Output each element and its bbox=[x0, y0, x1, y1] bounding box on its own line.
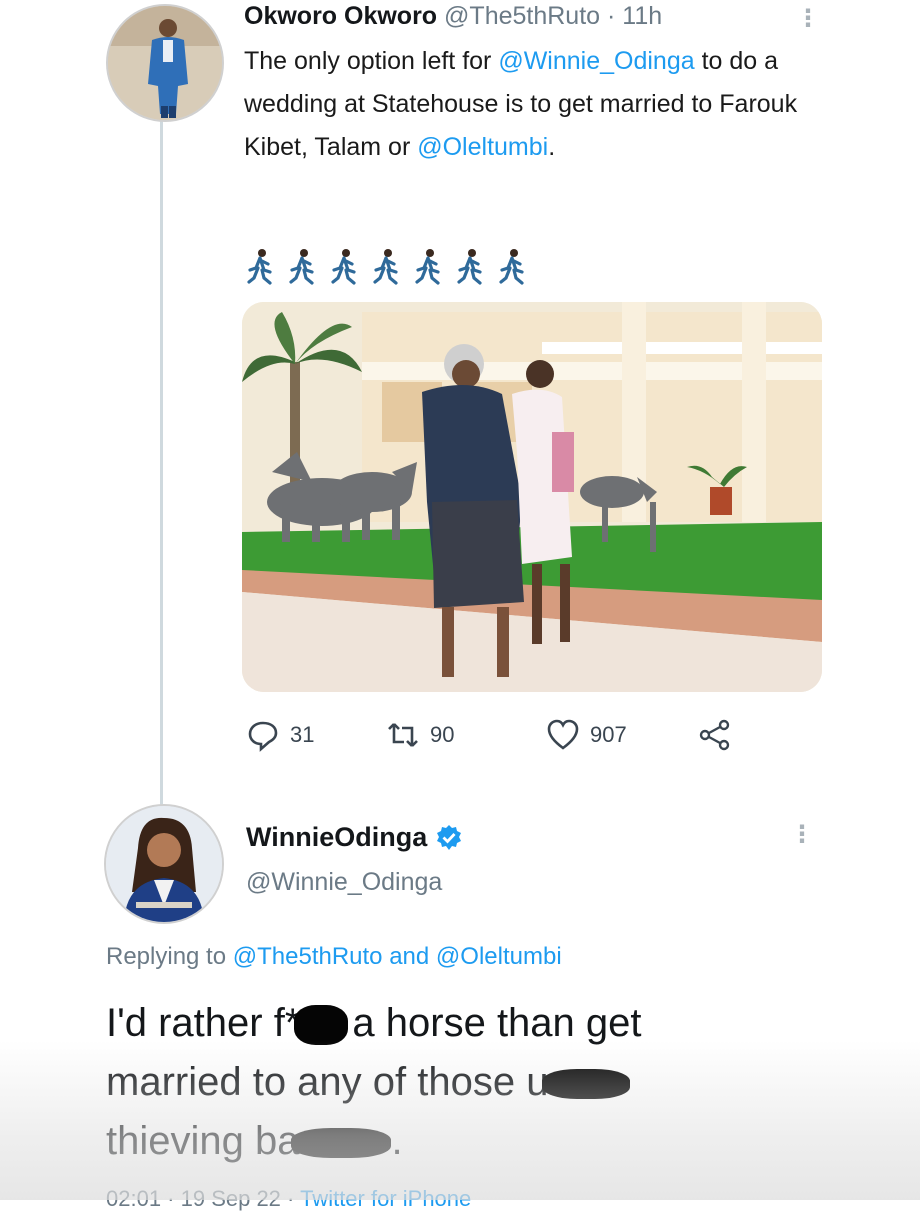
replying-to: Replying to @The5thRuto and @Oleltumbi bbox=[106, 943, 562, 971]
censor-scribble bbox=[291, 1128, 392, 1159]
avatar-winnie[interactable] bbox=[104, 804, 224, 924]
tweet1-author-handle[interactable]: @The5thRuto bbox=[444, 2, 600, 30]
verified-badge-icon bbox=[437, 824, 462, 850]
reply-count: 31 bbox=[290, 722, 315, 747]
replying-mention-the5thruto[interactable]: @The5thRuto bbox=[233, 943, 383, 970]
censor-scribble bbox=[542, 1069, 631, 1100]
person-running-icon bbox=[499, 249, 524, 285]
tweet1-separator: · bbox=[600, 2, 623, 30]
tweet1-more-icon[interactable]: ⋮ bbox=[796, 4, 820, 33]
share-action[interactable] bbox=[698, 718, 732, 752]
censor-scribble bbox=[294, 1005, 349, 1046]
person-running-icon bbox=[331, 249, 356, 285]
tweet1-author-name[interactable]: Okworo Okworo bbox=[244, 2, 437, 30]
tweet2-meta: 02:01 · 19 Sep 22 · Twitter for iPhone bbox=[106, 1186, 471, 1212]
retweet-action[interactable]: 90 bbox=[386, 718, 454, 752]
share-icon bbox=[699, 719, 730, 751]
avatar-person-image bbox=[106, 806, 222, 922]
tweet2-text: I'd rather f* a horse than get married to… bbox=[106, 994, 806, 1171]
tweet1-header: Okworo Okworo @The5thRuto · 11h bbox=[244, 2, 662, 31]
tweet2-line1-a: I'd rather f* bbox=[106, 1001, 301, 1045]
tweet1-text-part3: . bbox=[548, 133, 556, 161]
person-running-icon bbox=[457, 249, 482, 285]
replying-mention-oleltumbi[interactable]: @Oleltumbi bbox=[436, 943, 562, 970]
person-running-icon bbox=[373, 249, 398, 285]
person-running-icon bbox=[289, 249, 314, 285]
replying-and: and bbox=[382, 943, 436, 970]
tweet1-photo[interactable] bbox=[242, 302, 822, 692]
tweet2-timestamp: 02:01 · 19 Sep 22 · bbox=[106, 1186, 301, 1211]
retweet-count: 90 bbox=[430, 722, 455, 747]
tweet2-line1-b: a horse than get bbox=[352, 1001, 642, 1045]
tweet2-author-name-row: WinnieOdinga bbox=[246, 822, 463, 853]
heart-icon bbox=[547, 719, 579, 750]
person-running-icon bbox=[415, 249, 440, 285]
statehouse-photo-image bbox=[242, 302, 822, 692]
avatar-person-image bbox=[108, 6, 222, 120]
tweet2-more-icon[interactable]: ⋮ bbox=[790, 820, 814, 849]
tweet2-line2-a: married to any of those u bbox=[106, 1060, 549, 1104]
tweet1-text-part1: The only option left for bbox=[244, 47, 499, 75]
person-running-icon bbox=[247, 249, 272, 285]
thread-connector-line bbox=[160, 118, 163, 813]
tweet2-line3-b: . bbox=[391, 1119, 403, 1163]
tweet2-author-handle[interactable]: @Winnie_Odinga bbox=[246, 868, 442, 897]
mention-winnie[interactable]: @Winnie_Odinga bbox=[498, 47, 694, 75]
avatar-okworo[interactable] bbox=[106, 4, 224, 122]
like-action[interactable]: 907 bbox=[546, 718, 627, 752]
replying-prefix: Replying to bbox=[106, 943, 233, 970]
tweet1-time[interactable]: 11h bbox=[622, 2, 662, 30]
reply-action[interactable]: 31 bbox=[246, 718, 314, 752]
reply-icon bbox=[248, 721, 278, 752]
tweet1-actions: 31 90 907 bbox=[246, 718, 766, 758]
like-count: 907 bbox=[590, 722, 627, 747]
retweet-icon bbox=[388, 723, 418, 747]
mention-oleltumbi[interactable]: @Oleltumbi bbox=[417, 133, 548, 161]
tweet2-source-app[interactable]: Twitter for iPhone bbox=[300, 1186, 471, 1211]
tweet1-text: The only option left for @Winnie_Odinga … bbox=[244, 40, 824, 169]
tweet2-author-name[interactable]: WinnieOdinga bbox=[246, 822, 427, 853]
running-emoji-row bbox=[246, 248, 526, 286]
tweet2-line3-a: thieving ba bbox=[106, 1119, 300, 1163]
